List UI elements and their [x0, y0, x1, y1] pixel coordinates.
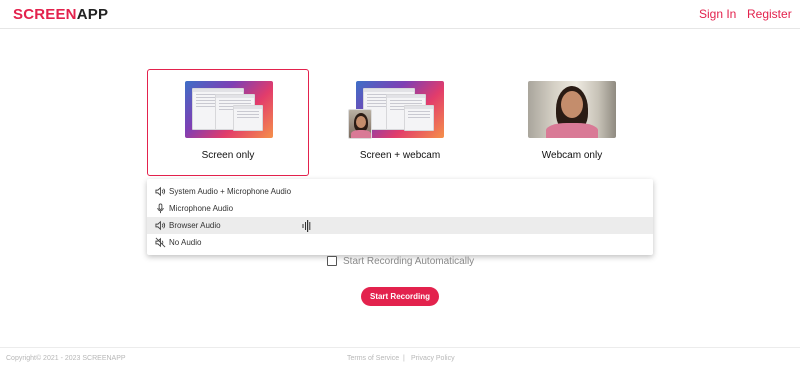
footer-separator: | [403, 355, 405, 362]
mode-card-screen-webcam[interactable]: Screen + webcam [319, 69, 481, 176]
text-cursor-icon [302, 220, 311, 232]
microphone-icon [157, 203, 164, 214]
audio-option-label: System Audio + Microphone Audio [169, 187, 292, 196]
mode-label: Screen only [201, 150, 255, 161]
audio-option-browser[interactable]: Browser Audio [147, 217, 653, 234]
footer: Copyright© 2021 - 2023 SCREENAPP Terms o… [0, 347, 800, 370]
terms-of-service-link[interactable]: Terms of Service [347, 355, 399, 362]
checkbox-box[interactable] [327, 256, 337, 266]
top-navbar: SCREENAPP Sign In Register [0, 0, 800, 29]
auto-record-label: Start Recording Automatically [343, 256, 475, 267]
logo-app: APP [76, 6, 109, 23]
audio-source-dropdown: System Audio + Microphone Audio Micropho… [147, 179, 653, 255]
logo-screen: SCREEN [13, 6, 77, 23]
mode-label: Screen + webcam [359, 150, 441, 161]
audio-option-label: Microphone Audio [169, 204, 234, 213]
webcam-only-thumbnail [528, 81, 616, 138]
screen-webcam-thumbnail [348, 81, 444, 139]
register-link[interactable]: Register [747, 7, 792, 21]
screenapp-logo[interactable]: SCREENAPP [13, 6, 108, 23]
start-recording-button[interactable]: Start Recording [361, 287, 439, 306]
speaker-icon [155, 220, 166, 231]
audio-option-label: Browser Audio [169, 221, 221, 230]
copyright-text: Copyright© 2021 - 2023 SCREENAPP [6, 355, 126, 362]
sign-in-link[interactable]: Sign In [699, 7, 736, 21]
mode-label: Webcam only [541, 150, 603, 161]
audio-option-microphone[interactable]: Microphone Audio [147, 200, 653, 217]
privacy-policy-link[interactable]: Privacy Policy [411, 355, 455, 362]
webcam-inset [348, 109, 372, 139]
screen-only-thumbnail [185, 81, 273, 138]
audio-option-label: No Audio [169, 238, 202, 247]
audio-option-system-mic[interactable]: System Audio + Microphone Audio [147, 183, 653, 200]
speaker-muted-icon [155, 237, 166, 248]
speaker-icon [155, 186, 166, 197]
mode-card-webcam-only[interactable]: Webcam only [491, 69, 653, 176]
audio-option-none[interactable]: No Audio [147, 234, 653, 251]
mode-card-screen-only[interactable]: Screen only [147, 69, 309, 176]
